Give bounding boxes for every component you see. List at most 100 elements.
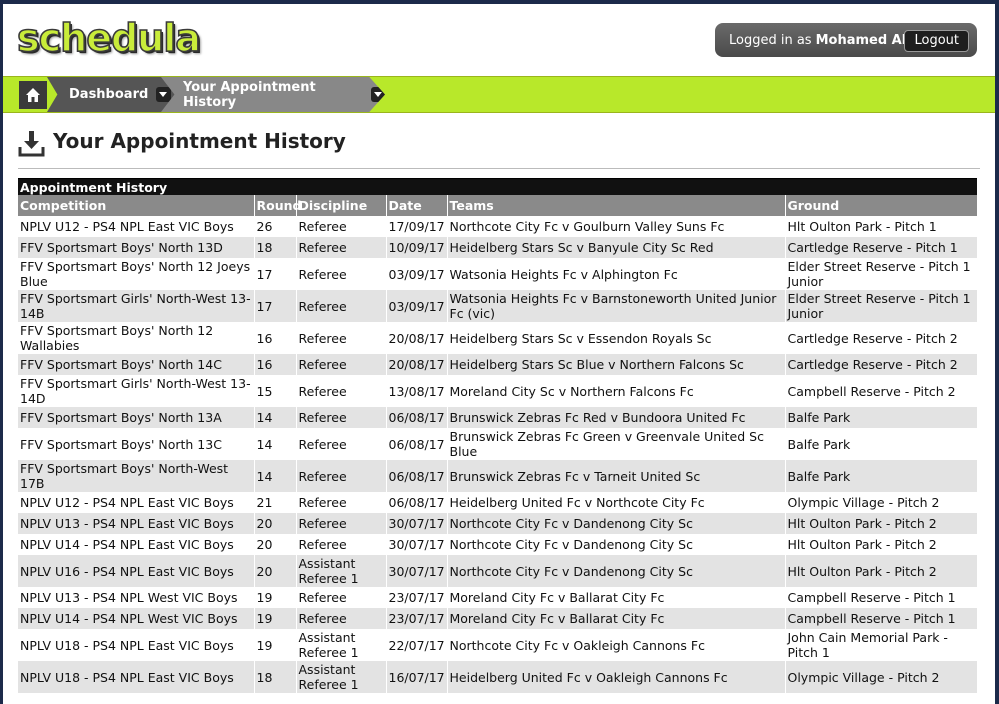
table-row[interactable]: FFV Sportsmart Boys' North 13A 14 Referee 0…	[18, 407, 978, 428]
date-cell: 06/08/17	[386, 492, 448, 513]
competition-cell: NPLV U12 - PS4 NPL East VIC Boys	[18, 492, 255, 513]
date-cell: 22/07/17	[386, 629, 448, 661]
ground-cell: Campbell Reserve - Pitch 1	[785, 587, 978, 608]
competition-cell: NPLV U18 - PS4 NPL East VIC Boys	[18, 629, 255, 661]
discipline-cell: Referee	[296, 460, 387, 492]
table-row[interactable]: FFV Sportsmart Boys' North 12 Joeys Blue…	[18, 258, 978, 290]
chevron-down-icon[interactable]	[156, 87, 172, 102]
top-bar: schedula Logged in as Mohamed Abdi Logou…	[3, 4, 995, 76]
date-cell: 20/08/17	[386, 354, 448, 375]
date-cell: 23/07/17	[386, 608, 448, 629]
table-row[interactable]: NPLV U14 - PS4 NPL East VIC Boys 20 Refere…	[18, 534, 978, 555]
table-row[interactable]: FFV Sportsmart Girls' North-West 13-14B 1…	[18, 290, 978, 322]
competition-cell: FFV Sportsmart Boys' North 13A	[18, 407, 255, 428]
table-row[interactable]: NPLV U16 - PS4 NPL East VIC Boys 20 Assist…	[18, 555, 978, 587]
table-row[interactable]: FFV Sportsmart Girls' North-West 13-14D 1…	[18, 375, 978, 407]
teams-cell: Brunswick Zebras Fc Red v Bundoora Unite…	[447, 407, 786, 428]
page-title: Your Appointment History	[53, 129, 346, 153]
teams-cell: Moreland City Fc v Ballarat City Fc	[447, 608, 786, 629]
teams-cell: Heidelberg United Fc v Northcote City Fc	[447, 492, 786, 513]
date-cell: 10/09/17	[386, 237, 448, 258]
table-row[interactable]: NPLV U14 - PS4 NPL West VIC Boys 19 Refere…	[18, 608, 978, 629]
table-row[interactable]: NPLV U18 - PS4 NPL East VIC Boys 18 Assist…	[18, 661, 978, 693]
breadcrumb-appointment-history[interactable]: Your Appointment History	[161, 77, 385, 112]
user-panel: Logged in as Mohamed Abdi Logout	[715, 23, 977, 57]
teams-cell: Heidelberg Stars Sc v Banyule City Sc Re…	[447, 237, 786, 258]
date-cell: 17/09/17	[386, 216, 448, 237]
date-cell: 30/07/17	[386, 534, 448, 555]
discipline-cell: Referee	[296, 534, 387, 555]
round-cell: 20	[254, 534, 297, 555]
schedula-logo[interactable]: schedula	[16, 15, 201, 61]
table-row[interactable]: FFV Sportsmart Boys' North 12 Wallabies 1…	[18, 322, 978, 354]
round-cell: 20	[254, 555, 297, 587]
ground-cell: Hlt Oulton Park - Pitch 2	[785, 534, 978, 555]
discipline-cell: Referee	[296, 216, 387, 237]
column-header-ground[interactable]: Ground	[785, 195, 978, 216]
table-row[interactable]: NPLV U18 - PS4 NPL East VIC Boys 19 Assist…	[18, 629, 978, 661]
breadcrumb-dashboard-label: Dashboard	[69, 87, 149, 102]
table-row[interactable]: NPLV U13 - PS4 NPL West VIC Boys 19 Refere…	[18, 587, 978, 608]
table-row[interactable]: FFV Sportsmart Boys' North-West 17B 14 Ref…	[18, 460, 978, 492]
ground-cell: Elder Street Reserve - Pitch 1 Junior	[785, 258, 978, 290]
date-cell: 03/09/17	[386, 290, 448, 322]
ground-cell: Balfe Park	[785, 428, 978, 460]
discipline-cell: Referee	[296, 354, 387, 375]
date-cell: 03/09/17	[386, 258, 448, 290]
table-caption: Appointment History	[18, 178, 977, 195]
date-cell: 23/07/17	[386, 587, 448, 608]
breadcrumb-dashboard[interactable]: Dashboard	[47, 77, 177, 112]
table-row[interactable]: FFV Sportsmart Boys' North 14C 16 Referee 2…	[18, 354, 978, 375]
round-cell: 18	[254, 661, 297, 693]
ground-cell: Cartledge Reserve - Pitch 2	[785, 322, 978, 354]
logout-button[interactable]: Logout	[904, 30, 969, 52]
discipline-cell: Referee	[296, 608, 387, 629]
discipline-cell: Referee	[296, 428, 387, 460]
ground-cell: Balfe Park	[785, 460, 978, 492]
round-cell: 26	[254, 216, 297, 237]
round-cell: 19	[254, 608, 297, 629]
discipline-cell: Assistant Referee 1	[296, 661, 387, 693]
discipline-cell: Referee	[296, 258, 387, 290]
discipline-cell: Referee	[296, 290, 387, 322]
teams-cell: Heidelberg Stars Sc Blue v Northern Falc…	[447, 354, 786, 375]
app-window: schedula Logged in as Mohamed Abdi Logou…	[3, 4, 995, 704]
table-row[interactable]: NPLV U12 - PS4 NPL East VIC Boys 26 Refere…	[18, 216, 978, 237]
round-cell: 16	[254, 354, 297, 375]
round-cell: 19	[254, 587, 297, 608]
competition-cell: NPLV U13 - PS4 NPL East VIC Boys	[18, 513, 255, 534]
table-row[interactable]: NPLV U13 - PS4 NPL East VIC Boys 20 Refere…	[18, 513, 978, 534]
download-icon	[18, 131, 45, 157]
table-row[interactable]: NPLV U12 - PS4 NPL East VIC Boys 21 Refere…	[18, 492, 978, 513]
ground-cell: Hlt Oulton Park - Pitch 2	[785, 555, 978, 587]
date-cell: 06/08/17	[386, 460, 448, 492]
column-header-date[interactable]: Date	[386, 195, 448, 216]
round-cell: 17	[254, 290, 297, 322]
nav-bar: Dashboard Your Appointment History	[3, 76, 995, 113]
column-header-competition[interactable]: Competition	[18, 195, 255, 216]
competition-cell: FFV Sportsmart Girls' North-West 13-14B	[18, 290, 255, 322]
competition-cell: NPLV U12 - PS4 NPL East VIC Boys	[18, 216, 255, 237]
column-header-round[interactable]: Round	[254, 195, 301, 216]
ground-cell: Campbell Reserve - Pitch 1	[785, 608, 978, 629]
competition-cell: NPLV U13 - PS4 NPL West VIC Boys	[18, 587, 255, 608]
competition-cell: FFV Sportsmart Boys' North 13C	[18, 428, 255, 460]
round-cell: 15	[254, 375, 297, 407]
competition-cell: NPLV U14 - PS4 NPL West VIC Boys	[18, 608, 255, 629]
teams-cell: Northcote City Fc v Goulburn Valley Suns…	[447, 216, 786, 237]
column-header-discipline[interactable]: Discipline	[296, 195, 387, 216]
column-header-teams[interactable]: Teams	[447, 195, 786, 216]
teams-cell: Northcote City Fc v Dandenong City Sc	[447, 513, 786, 534]
discipline-cell: Referee	[296, 322, 387, 354]
ground-cell: Hlt Oulton Park - Pitch 2	[785, 513, 978, 534]
teams-cell: Heidelberg Stars Sc v Essendon Royals Sc	[447, 322, 786, 354]
discipline-cell: Referee	[296, 492, 387, 513]
chevron-down-icon[interactable]	[370, 87, 385, 102]
teams-cell: Northcote City Fc v Dandenong City Sc	[447, 534, 786, 555]
ground-cell: Elder Street Reserve - Pitch 1 Junior	[785, 290, 978, 322]
table-row[interactable]: FFV Sportsmart Boys' North 13D 18 Referee 1…	[18, 237, 978, 258]
discipline-cell: Referee	[296, 375, 387, 407]
table-row[interactable]: FFV Sportsmart Boys' North 13C 14 Referee 0…	[18, 428, 978, 460]
ground-cell: Cartledge Reserve - Pitch 2	[785, 354, 978, 375]
home-button[interactable]	[19, 81, 47, 109]
